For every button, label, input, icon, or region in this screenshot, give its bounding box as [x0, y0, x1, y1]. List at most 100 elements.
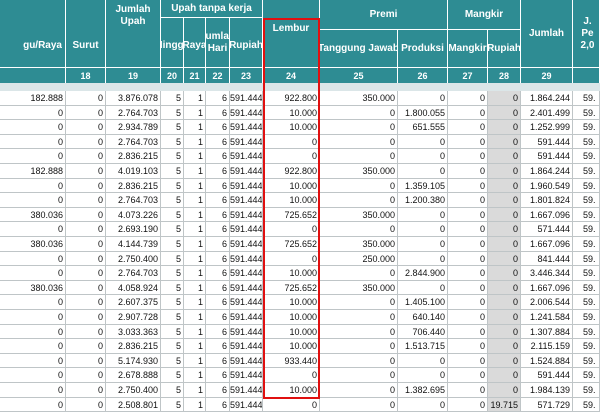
table-cell[interactable]: 0	[320, 149, 398, 164]
table-cell[interactable]: 2.115.159	[521, 339, 573, 354]
table-cell[interactable]: 591.444	[230, 222, 263, 237]
table-cell[interactable]: 350.000	[320, 164, 398, 179]
table-cell[interactable]: 0	[66, 266, 106, 281]
table-cell[interactable]: 6	[206, 324, 230, 340]
table-cell[interactable]: 591.444	[230, 368, 263, 383]
table-cell[interactable]: 1.252.999	[521, 120, 573, 135]
table-cell[interactable]: 0	[66, 222, 106, 237]
table-cell[interactable]: 59.	[573, 251, 600, 267]
table-cell[interactable]: 0	[448, 339, 488, 354]
header-col-30[interactable]: J. Pe 2,0	[573, 0, 600, 68]
table-cell[interactable]: 1	[184, 353, 206, 369]
table-cell[interactable]: 5	[161, 91, 184, 106]
table-cell[interactable]: 591.444	[230, 324, 263, 340]
table-cell[interactable]: 59.	[573, 266, 600, 281]
table-cell[interactable]: 0	[488, 91, 521, 106]
table-cell[interactable]: 10.000	[263, 295, 320, 310]
table-cell[interactable]: 2.836.215	[106, 339, 161, 354]
table-cell[interactable]: 1.513.715	[398, 339, 448, 354]
column-number-edge[interactable]	[0, 68, 66, 83]
table-cell[interactable]: 59.	[573, 280, 600, 296]
table-cell[interactable]: 0	[448, 237, 488, 252]
table-cell[interactable]: 1.800.055	[398, 105, 448, 121]
table-cell[interactable]: 0	[0, 134, 66, 150]
table-cell[interactable]: 0	[0, 324, 66, 340]
table-cell[interactable]: 1	[184, 207, 206, 223]
table-cell[interactable]: 350.000	[320, 237, 398, 252]
table-cell[interactable]: 1	[184, 339, 206, 354]
table-cell[interactable]: 1	[184, 295, 206, 310]
table-cell[interactable]: 5.174.930	[106, 353, 161, 369]
column-number[interactable]: 27	[448, 68, 488, 83]
table-cell[interactable]: 6	[206, 105, 230, 121]
table-cell[interactable]: 591.444	[230, 91, 263, 106]
table-cell[interactable]: 1.359.105	[398, 178, 448, 194]
table-cell[interactable]: 841.444	[521, 251, 573, 267]
table-cell[interactable]: 0	[488, 266, 521, 281]
table-cell[interactable]: 5	[161, 149, 184, 164]
table-cell[interactable]: 0	[263, 251, 320, 267]
table-cell[interactable]: 0	[398, 368, 448, 383]
table-cell[interactable]: 0	[320, 324, 398, 340]
table-cell[interactable]: 591.444	[230, 207, 263, 223]
table-cell[interactable]: 0	[488, 295, 521, 310]
table-cell[interactable]: 0	[448, 251, 488, 267]
table-cell[interactable]: 5	[161, 310, 184, 325]
table-cell[interactable]: 6	[206, 193, 230, 208]
table-cell[interactable]: 5	[161, 280, 184, 296]
table-cell[interactable]: 0	[398, 91, 448, 106]
table-cell[interactable]: 6	[206, 383, 230, 398]
table-cell[interactable]: 5	[161, 324, 184, 340]
table-cell[interactable]: 5	[161, 368, 184, 383]
header-minggu[interactable]: Minggu	[161, 18, 184, 68]
table-cell[interactable]: 922.800	[263, 164, 320, 179]
table-cell[interactable]: 2.750.400	[106, 251, 161, 267]
table-cell[interactable]: 2.764.703	[106, 134, 161, 150]
table-cell[interactable]: 0	[263, 222, 320, 237]
table-cell[interactable]: 0	[488, 251, 521, 267]
table-cell[interactable]: 2.764.703	[106, 105, 161, 121]
table-cell[interactable]: 0	[448, 383, 488, 398]
table-cell[interactable]: 182.888	[0, 164, 66, 179]
table-cell[interactable]: 350.000	[320, 280, 398, 296]
table-cell[interactable]: 3.446.344	[521, 266, 573, 281]
table-cell[interactable]: 5	[161, 207, 184, 223]
header-premi[interactable]: Premi	[320, 0, 448, 30]
table-cell[interactable]: 0	[398, 134, 448, 150]
table-cell[interactable]: 0	[448, 222, 488, 237]
table-cell[interactable]: 0	[448, 280, 488, 296]
table-cell[interactable]: 4.019.103	[106, 164, 161, 179]
table-cell[interactable]: 591.444	[230, 134, 263, 150]
table-cell[interactable]: 59.	[573, 149, 600, 164]
table-cell[interactable]: 1	[184, 164, 206, 179]
table-cell[interactable]: 0	[488, 120, 521, 135]
column-number[interactable]: 22	[206, 68, 230, 83]
table-cell[interactable]: 0	[488, 324, 521, 340]
table-cell[interactable]: 6	[206, 266, 230, 281]
table-cell[interactable]: 0	[0, 310, 66, 325]
table-cell[interactable]: 0	[66, 339, 106, 354]
table-cell[interactable]: 1.960.549	[521, 178, 573, 194]
table-cell[interactable]: 5	[161, 353, 184, 369]
table-cell[interactable]: 10.000	[263, 324, 320, 340]
table-cell[interactable]: 1.667.096	[521, 207, 573, 223]
header-lembur[interactable]: Lembur	[263, 0, 320, 68]
table-cell[interactable]: 0	[488, 134, 521, 150]
table-cell[interactable]: 1.801.824	[521, 193, 573, 208]
table-cell[interactable]: 591.444	[230, 353, 263, 369]
table-cell[interactable]: 591.444	[230, 295, 263, 310]
table-cell[interactable]: 0	[66, 280, 106, 296]
header-tanggung-jawab[interactable]: Tanggung Jawab	[320, 30, 398, 68]
table-cell[interactable]: 0	[0, 339, 66, 354]
table-cell[interactable]: 59.	[573, 237, 600, 252]
table-cell[interactable]: 571.444	[521, 222, 573, 237]
table-cell[interactable]: 2.764.703	[106, 266, 161, 281]
table-cell[interactable]: 59.	[573, 120, 600, 135]
header-mangkir-group[interactable]: Mangkir	[448, 0, 521, 30]
table-cell[interactable]: 10.000	[263, 310, 320, 325]
table-cell[interactable]: 10.000	[263, 383, 320, 398]
table-cell[interactable]: 1	[184, 193, 206, 208]
table-cell[interactable]: 0	[66, 295, 106, 310]
table-cell[interactable]: 591.444	[521, 149, 573, 164]
table-cell[interactable]: 0	[320, 383, 398, 398]
